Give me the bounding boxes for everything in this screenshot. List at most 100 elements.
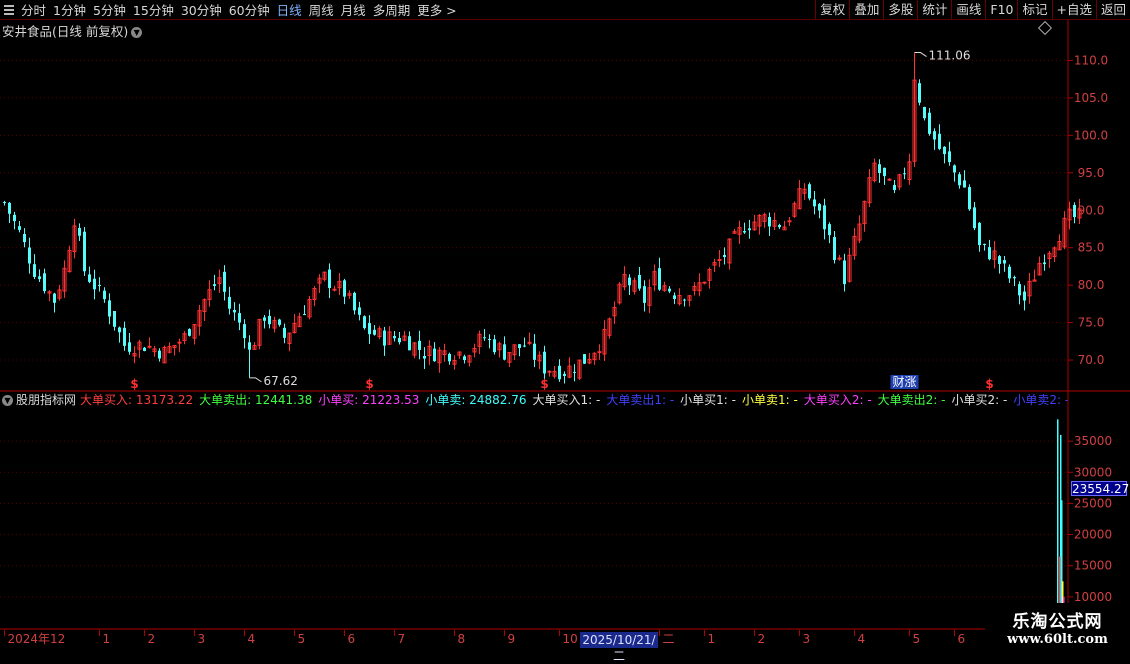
candle-body bbox=[147, 345, 152, 348]
candle-body bbox=[883, 167, 886, 177]
date-tick-label: 8 bbox=[458, 632, 466, 646]
price-tick-label: 85.0 bbox=[1078, 241, 1105, 255]
candle-body bbox=[43, 273, 46, 292]
price-tick-label: 70.0 bbox=[1078, 353, 1105, 367]
event-marker: $ bbox=[365, 377, 373, 391]
tab-period-9[interactable]: 多周期 bbox=[373, 0, 411, 19]
candle-body bbox=[983, 243, 986, 245]
candle-body bbox=[128, 342, 131, 352]
event-marker: $ bbox=[540, 377, 548, 391]
candle-body bbox=[958, 174, 961, 186]
date-tick-label: 5 bbox=[298, 632, 306, 646]
date-tick-label: 9 bbox=[508, 632, 516, 646]
candle-body bbox=[638, 275, 641, 289]
candle-body bbox=[918, 83, 921, 103]
candle-body bbox=[988, 247, 991, 260]
toolbar-button-2[interactable]: 多股 bbox=[883, 0, 917, 19]
tab-period-3[interactable]: 15分钟 bbox=[133, 0, 174, 19]
candle-body bbox=[778, 225, 781, 228]
candle-body bbox=[573, 371, 576, 373]
candle-body bbox=[923, 106, 926, 119]
candle-body bbox=[177, 341, 182, 344]
candle-body bbox=[743, 231, 746, 233]
watermark-url: www.60lt.com bbox=[1007, 632, 1108, 647]
candle-body bbox=[283, 327, 286, 338]
volume-tick-label: 20000 bbox=[1074, 528, 1112, 542]
candle-body bbox=[668, 288, 671, 292]
tab-period-10[interactable]: 更多 > bbox=[417, 0, 456, 19]
candle-body bbox=[558, 365, 561, 380]
toolbar-button-4[interactable]: 画线 bbox=[951, 0, 985, 19]
toolbar-button-3[interactable]: 统计 bbox=[917, 0, 951, 19]
candle-body bbox=[748, 228, 751, 231]
candle-body bbox=[358, 307, 361, 315]
candle-body bbox=[363, 316, 366, 329]
candle-body bbox=[368, 323, 371, 335]
volume-chart[interactable]: 35000 30000 25000 20000 15000 10000 bbox=[0, 392, 1130, 630]
date-tick-label: 5 bbox=[913, 632, 921, 646]
candle-body bbox=[823, 205, 826, 230]
candle-body bbox=[18, 226, 21, 230]
toolbar-button-7[interactable]: +自选 bbox=[1051, 0, 1096, 19]
candle-body bbox=[787, 220, 792, 223]
candle-body bbox=[833, 237, 836, 260]
candle-body bbox=[263, 317, 266, 321]
annotation-leader bbox=[249, 377, 262, 383]
menu-icon[interactable] bbox=[4, 4, 14, 15]
candle-body bbox=[563, 373, 566, 376]
candle-body bbox=[503, 344, 506, 360]
candle-body bbox=[268, 315, 271, 325]
date-tick-label: 二 bbox=[663, 632, 675, 646]
candle-body bbox=[303, 314, 306, 316]
volume-tick-label: 25000 bbox=[1074, 496, 1112, 510]
candle-body bbox=[948, 151, 951, 163]
price-tick-label: 100.0 bbox=[1074, 128, 1108, 142]
toolbar-right-buttons: 复权 叠加 多股 统计 画线 F10 标记 +自选 返回 bbox=[815, 0, 1130, 19]
tab-period-4[interactable]: 30分钟 bbox=[181, 0, 222, 19]
candle-body bbox=[717, 258, 722, 261]
toolbar-button-0[interactable]: 复权 bbox=[815, 0, 849, 19]
candle-body bbox=[448, 353, 451, 362]
selected-date-label: 2025/10/21/二 bbox=[580, 632, 658, 663]
toolbar-button-1[interactable]: 叠加 bbox=[849, 0, 883, 19]
candle-body bbox=[878, 164, 881, 174]
date-tick-label: 4 bbox=[858, 632, 866, 646]
candle-body bbox=[628, 277, 631, 286]
date-tick-label: 3 bbox=[198, 632, 206, 646]
tab-period-0[interactable]: 分时 bbox=[21, 0, 46, 19]
candle-body bbox=[702, 281, 707, 284]
candle-body bbox=[1073, 205, 1076, 218]
tab-period-5[interactable]: 60分钟 bbox=[229, 0, 270, 19]
toolbar-button-5[interactable]: F10 bbox=[985, 0, 1017, 19]
date-tick-label: 6 bbox=[348, 632, 356, 646]
candle-body bbox=[943, 146, 946, 155]
candle-body bbox=[383, 330, 386, 346]
date-tick-label: 1 bbox=[103, 632, 111, 646]
candle-body bbox=[328, 269, 331, 288]
candle-body bbox=[188, 329, 191, 336]
tab-period-8[interactable]: 月线 bbox=[341, 0, 366, 19]
volume-bar bbox=[1057, 419, 1059, 628]
volume-tick-label: 30000 bbox=[1074, 465, 1112, 479]
candlestick-chart[interactable]: 110.0 105.0 100.0 95.0 90.0 85.0 80.0 75.0 70.0 1… bbox=[0, 20, 1130, 392]
date-tick-label: 2 bbox=[148, 632, 156, 646]
candle-body bbox=[813, 199, 816, 207]
candle-body bbox=[683, 299, 686, 301]
candle-body bbox=[93, 278, 96, 290]
tab-period-1[interactable]: 1分钟 bbox=[53, 0, 86, 19]
toolbar-button-6[interactable]: 标记 bbox=[1017, 0, 1051, 19]
candle-body bbox=[893, 184, 896, 191]
candle-body bbox=[843, 260, 846, 285]
candle-body bbox=[408, 336, 411, 351]
candle-body bbox=[78, 227, 81, 236]
tab-period-7[interactable]: 周线 bbox=[309, 0, 334, 19]
tab-period-6[interactable]: 日线 bbox=[277, 0, 302, 19]
price-tick-label: 95.0 bbox=[1078, 166, 1105, 180]
event-marker: $ bbox=[985, 377, 993, 391]
candle-body bbox=[53, 293, 56, 303]
candle-body bbox=[98, 284, 101, 286]
candle-body bbox=[463, 356, 466, 361]
toolbar-button-8[interactable]: 返回 bbox=[1095, 0, 1130, 19]
candle-body bbox=[808, 184, 811, 199]
tab-period-2[interactable]: 5分钟 bbox=[93, 0, 126, 19]
